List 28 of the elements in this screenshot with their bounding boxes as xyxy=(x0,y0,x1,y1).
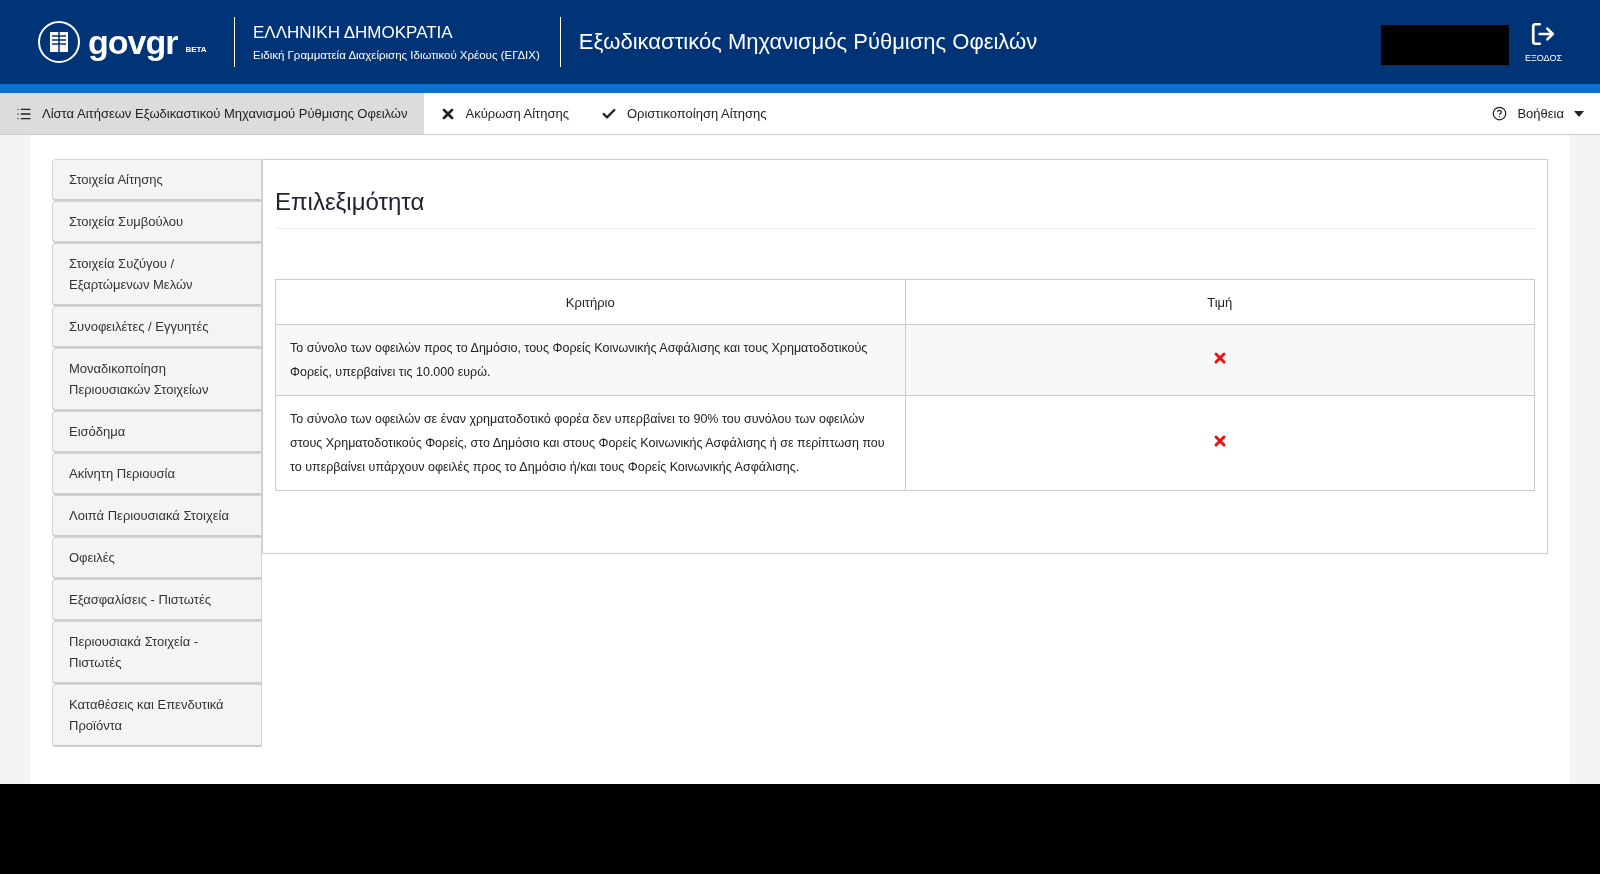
sidebar-item[interactable]: Ακίνητη Περιουσία xyxy=(52,453,262,495)
sidebar-item[interactable]: Περιουσιακά Στοιχεία - Πιστωτές xyxy=(52,621,262,684)
emblem-icon xyxy=(38,21,80,63)
toolbar-button[interactable]: Λίστα Αιτήσεων Εξωδικαστικού Μηχανισμού Ρύθμισης Οφειλών xyxy=(0,93,424,134)
logout-icon xyxy=(1530,21,1557,47)
sidebar-item[interactable]: Μοναδικοποίηση Περιουσιακών Στοιχείων xyxy=(52,348,262,411)
sidebar-item[interactable]: Καταθέσεις και Επενδυτικά Προϊόντα xyxy=(52,684,262,747)
column-header: Τιμή xyxy=(905,279,1535,325)
org-subtitle: Ειδική Γραμματεία Διαχείρισης Ιδιωτικού Χρέους (ΕΓΔΙΧ) xyxy=(253,49,540,61)
sidebar-item[interactable]: Εισόδημα xyxy=(52,411,262,453)
sidebar-item[interactable]: Συνοφειλέτες / Εγγυητές xyxy=(52,306,262,348)
sidebar-item[interactable]: Οφειλές xyxy=(52,537,262,579)
caret-icon xyxy=(1574,110,1584,117)
sidebar-item[interactable]: Στοιχεία Συζύγου / Εξαρτώμενων Μελών xyxy=(52,243,262,306)
help-icon xyxy=(1492,106,1508,121)
sidebar-item[interactable]: Λοιπά Περιουσιακά Στοιχεία xyxy=(52,495,262,537)
sidebar-item[interactable]: Εξασφαλίσεις - Πιστωτές xyxy=(52,579,262,621)
table-cell: Το σύνολο των οφειλών σε έναν χρηματοδοτικό φορέα δεν υπερβαίνει το 90% του συνόλου των οφειλών στους Χρηματοδοτικούς Φορείς, στο Δημόσιο και στους Φορείς Κοινωνικής Ασφάλισης ή σε περίπτωση που το υπερβαίνει υπάρχουν οφειλές προς το Δημόσιο ή/και τους Φορείς Κοινωνικής Ασφάλισης. xyxy=(275,395,905,491)
org-title: ΕΛΛΗΝΙΚΗ ΔΗΜΟΚΡΑΤΙΑ xyxy=(253,23,454,43)
sidebar-item[interactable]: Στοιχεία Συμβούλου xyxy=(52,201,262,243)
app-title: Εξωδικαστικός Μηχανισμός Ρύθμισης Οφειλών xyxy=(578,29,1038,55)
logo-text: govgr xyxy=(88,22,178,62)
table-cell: Το σύνολο των οφειλών προς το Δημόσιο, τους Φορείς Κοινωνικής Ασφάλισης και τους Χρηματοδοτικούς Φορείς, υπερβαίνει τις 10.000 ευρώ. xyxy=(275,324,905,396)
sidebar-item[interactable]: Στοιχεία Αίτησης xyxy=(52,159,262,201)
section-title: Επιλεξιμότητα xyxy=(275,180,1535,229)
beta-label: BETA xyxy=(185,44,207,54)
logout-button[interactable]: ΕΞΟΔΟΣ xyxy=(1524,21,1562,63)
column-header: Κριτήριο xyxy=(275,279,905,325)
